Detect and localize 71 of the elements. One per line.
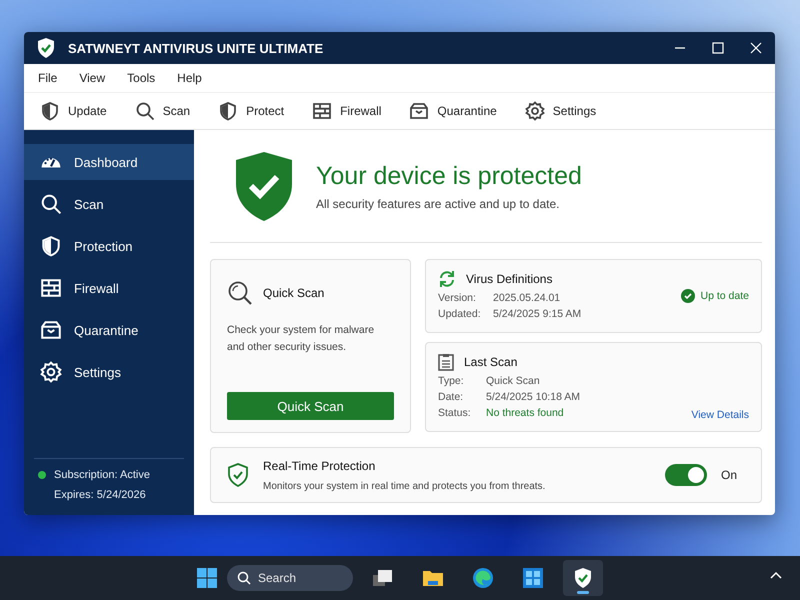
toolbar-button[interactable]: Protect — [216, 99, 286, 123]
toolbar-button[interactable]: Firewall — [310, 99, 384, 123]
toggle-switch[interactable] — [665, 464, 707, 486]
card-description: Monitors your system in real time and protects you from threats. — [263, 480, 546, 492]
field-value: Quick Scan — [486, 375, 540, 387]
status-dot — [38, 471, 46, 479]
magnifier-icon — [227, 280, 253, 306]
status-heading: Your device is protected — [316, 162, 582, 190]
menu-item[interactable]: Help — [177, 71, 202, 85]
windows-logo-icon[interactable] — [197, 568, 217, 588]
shield-check-icon — [227, 463, 249, 487]
shield-icon — [218, 101, 238, 121]
field-value: 2025.05.24.01 — [493, 292, 560, 304]
sidebar-item[interactable]: Firewall — [24, 270, 194, 306]
shield-icon — [40, 101, 60, 121]
browser-icon[interactable] — [472, 567, 494, 589]
field-value: 5/24/2025 10:18 AM — [486, 391, 580, 403]
view-details-link[interactable]: View Details — [691, 409, 749, 421]
check-circle-icon — [680, 289, 695, 303]
sidebar-item[interactable]: Settings — [24, 354, 194, 390]
field-label: Type: — [438, 375, 465, 387]
toolbar-button[interactable]: Settings — [522, 99, 598, 123]
gear-icon — [524, 101, 545, 121]
box-icon — [40, 319, 62, 341]
toolbar-button[interactable]: Quarantine — [407, 99, 499, 123]
sidebar-item[interactable]: Scan — [24, 186, 194, 222]
field-label: Version: — [438, 292, 477, 304]
status-subtitle: All security features are active and up to date. — [316, 196, 560, 210]
refresh-icon — [438, 270, 456, 288]
wall-icon — [312, 101, 332, 121]
search-icon — [40, 193, 62, 215]
field-label: Updated: — [438, 308, 482, 320]
search-field[interactable]: Search — [227, 565, 353, 591]
shield-check-icon — [234, 150, 294, 222]
quick-scan-button[interactable]: Quick Scan — [227, 392, 394, 420]
card-title: Real-Time Protection — [263, 458, 376, 472]
window-title: SATWNEYT ANTIVIRUS UNITE ULTIMATE — [68, 40, 324, 56]
field-label: Date: — [438, 391, 464, 403]
wall-icon — [40, 277, 62, 299]
menu-item[interactable]: Tools — [127, 71, 156, 85]
field-value: 5/24/2025 9:15 AM — [493, 308, 582, 320]
card-title: Quick Scan — [263, 286, 324, 300]
toolbar-button[interactable]: Scan — [132, 99, 192, 123]
card-title: Virus Definitions — [466, 272, 552, 286]
field-value: No threats found — [486, 407, 564, 419]
menu-item[interactable]: File — [38, 71, 58, 85]
task-view-icon[interactable] — [372, 568, 394, 588]
shield-check-icon[interactable] — [573, 567, 593, 589]
sidebar-item[interactable]: Quarantine — [24, 312, 194, 348]
maximize-icon[interactable] — [712, 42, 724, 54]
sidebar-item[interactable]: Protection — [24, 228, 194, 264]
shield-check-icon — [36, 37, 56, 59]
taskbar-button[interactable] — [563, 560, 603, 596]
search-icon — [134, 101, 155, 121]
shield-icon — [40, 235, 62, 257]
subscription-status: Subscription: Active — [54, 469, 150, 481]
sidebar-item[interactable]: Dashboard — [24, 144, 194, 180]
folder-icon[interactable] — [422, 568, 444, 588]
menu-item[interactable]: View — [79, 71, 106, 85]
box-icon — [409, 101, 430, 121]
close-icon[interactable] — [750, 42, 762, 54]
card-title: Last Scan — [464, 355, 518, 369]
chevron-up-icon[interactable] — [770, 570, 782, 580]
clipboard-icon — [438, 353, 454, 371]
field-label: Status: — [438, 407, 472, 419]
expiry-date: Expires: 5/24/2026 — [53, 489, 147, 501]
toggle-label: On — [721, 468, 738, 482]
status-text: Up to date — [700, 290, 749, 302]
toolbar-button[interactable]: Update — [38, 99, 109, 123]
card-description: Check your system for malware and other security issues. — [227, 323, 376, 355]
gear-icon — [40, 361, 62, 383]
